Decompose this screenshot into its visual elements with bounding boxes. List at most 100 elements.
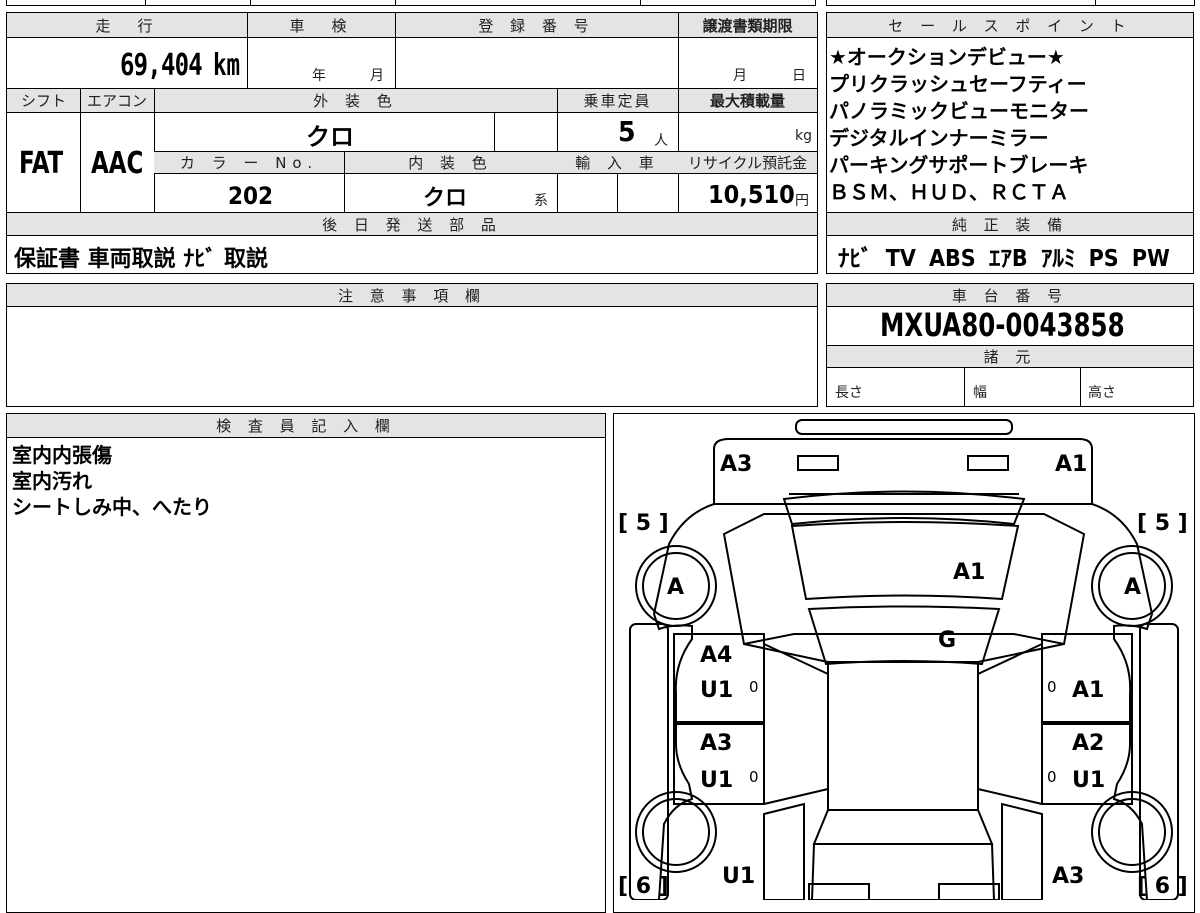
inspector-header: 検 査 員 記 入 欄 [7,414,605,438]
sales-line: ★オークションデビュー★ [829,45,1065,69]
maxload-header: 最大積載量 [678,89,817,113]
sales-lines: ★オークションデビュー★ プリクラッシュセーフティー パノラミックビューモニター… [829,44,1089,206]
front-left-tag: [ 5 ] [618,511,669,536]
door-line [763,788,829,805]
divider [494,113,495,151]
mark-left-front-door-2: U1 [700,678,734,703]
mark-right-rear-quarter: A3 [1052,864,1085,889]
mark-left-front-door-1: A4 [700,643,733,668]
mark-right-rear-door-1: A2 [1072,731,1105,756]
top-strip-divider [145,0,146,6]
mark-left-rear-door-2: U1 [700,768,734,793]
rear-bumper-part [938,883,1000,900]
roof [827,661,979,811]
mark-right-front-door-small: 0 [1047,678,1057,696]
mark-left-front-wheel: A [667,575,685,600]
rear-left-tag: [ 6 ] [618,874,669,899]
divider [395,13,396,88]
rear-window [812,809,994,845]
color-no-value: 202 [228,182,274,210]
sales-line: プリクラッシュセーフティー [829,72,1087,96]
mark-windshield: G [938,628,957,653]
top-strip [6,0,816,6]
color-no-header: カ ラ ー No. [154,152,344,174]
mark-right-front-door: A1 [1072,678,1105,703]
mark-right-rear-door-2: U1 [1072,768,1106,793]
equipment-header: 純 正 装 備 [827,213,1193,236]
divider [964,368,965,406]
rear-quarter-right [1001,802,1043,900]
sales-line: デジタルインナーミラー [829,126,1049,150]
front-grille [782,490,1026,526]
mark-front-bumper-left: A3 [720,452,753,477]
ac-value: AAC [91,146,144,181]
inspector-line: 室内内張傷 [12,443,112,467]
door-line [977,788,1043,805]
headlight-right [967,455,1009,471]
maxload-unit: kg [795,128,812,144]
mark-hood: A1 [953,560,986,585]
top-strip-right [826,0,1096,6]
inspector-lines: 室内内張傷 室内汚れ シートしみ中、へたり [12,442,212,520]
shaken-year-unit: 年 [312,68,326,84]
spec-length-label: 長さ [835,385,863,401]
recycle-header: リサイクル預託金 [678,152,817,174]
int-color-value: クロ [423,186,468,211]
hood-outline [722,513,1086,646]
mark-left-front-door-small: 0 [749,678,759,696]
int-color-unit: 系 [534,193,548,209]
ext-color-value: クロ [306,123,354,151]
divider [617,174,618,212]
ext-color-header: 外 装 色 [154,89,557,113]
equipment-value: ﾅﾋﾞ TV ABS ｴｱB ｱﾙﾐ PS PW [838,246,1170,272]
spec-width-label: 幅 [973,385,987,401]
sales-line: パーキングサポートブレーキ [829,153,1089,177]
sales-header: セ ー ル ス ポ イ ン ト [827,13,1193,38]
mark-front-bumper-right: A1 [1055,452,1088,477]
capacity-value: 5 [618,115,636,148]
divider [247,13,248,88]
mark-left-rear-door-small: 0 [749,768,759,786]
inspector-line: 室内汚れ [12,469,92,493]
later-parts-value: 保証書 車両取説 ﾅﾋﾞ 取説 [14,247,268,272]
int-color-header: 内 装 色 [344,152,557,174]
shift-value: FAT [19,146,64,181]
headlight-left [797,455,839,471]
top-strip-right2 [1095,0,1195,6]
deadline-header: 譲渡書類期限 [678,13,817,38]
trunk [810,843,996,900]
capacity-header: 乗車定員 [557,89,678,113]
front-right-tag: [ 5 ] [1137,511,1188,536]
shaken-header: 車 検 [247,13,395,38]
deadline-day-unit: 日 [792,68,806,84]
top-strip-divider [640,0,641,6]
mileage-value: 69,404 [120,48,203,83]
shaken-month-unit: 月 [370,68,384,84]
import-header: 輸 入 車 [557,152,678,174]
rear-bumper-part [808,883,870,900]
divider [344,152,345,212]
pillar-line [743,643,829,663]
inspector-line: シートしみ中、へたり [12,495,212,519]
chassis-value: MXUA80-0043858 [880,306,1125,344]
notes-header: 注 意 事 項 欄 [7,284,817,307]
divider [678,13,679,88]
sales-line: ＢＳＭ、ＨＵＤ、ＲＣＴＡ [829,180,1069,204]
sales-line: パノラミックビューモニター [829,99,1089,123]
ac-header: エアコン [80,89,154,113]
divider [1080,368,1081,406]
specs-header: 諸 元 [827,346,1193,368]
capacity-unit: 人 [654,133,668,149]
shift-header: シフト [7,89,80,113]
front-bumper-top [795,419,1013,435]
mileage-header: 走 行 [7,13,247,38]
chassis-header: 車 台 番 号 [827,284,1193,307]
mileage-unit: km [213,48,241,83]
later-parts-header: 後 日 発 送 部 品 [7,213,817,236]
top-strip-divider [395,0,396,6]
divider [80,89,81,212]
windshield [807,605,1001,666]
deadline-month-unit: 月 [733,68,747,84]
mark-left-rear-door-1: A3 [700,731,733,756]
mark-left-rear-quarter: U1 [722,864,756,889]
